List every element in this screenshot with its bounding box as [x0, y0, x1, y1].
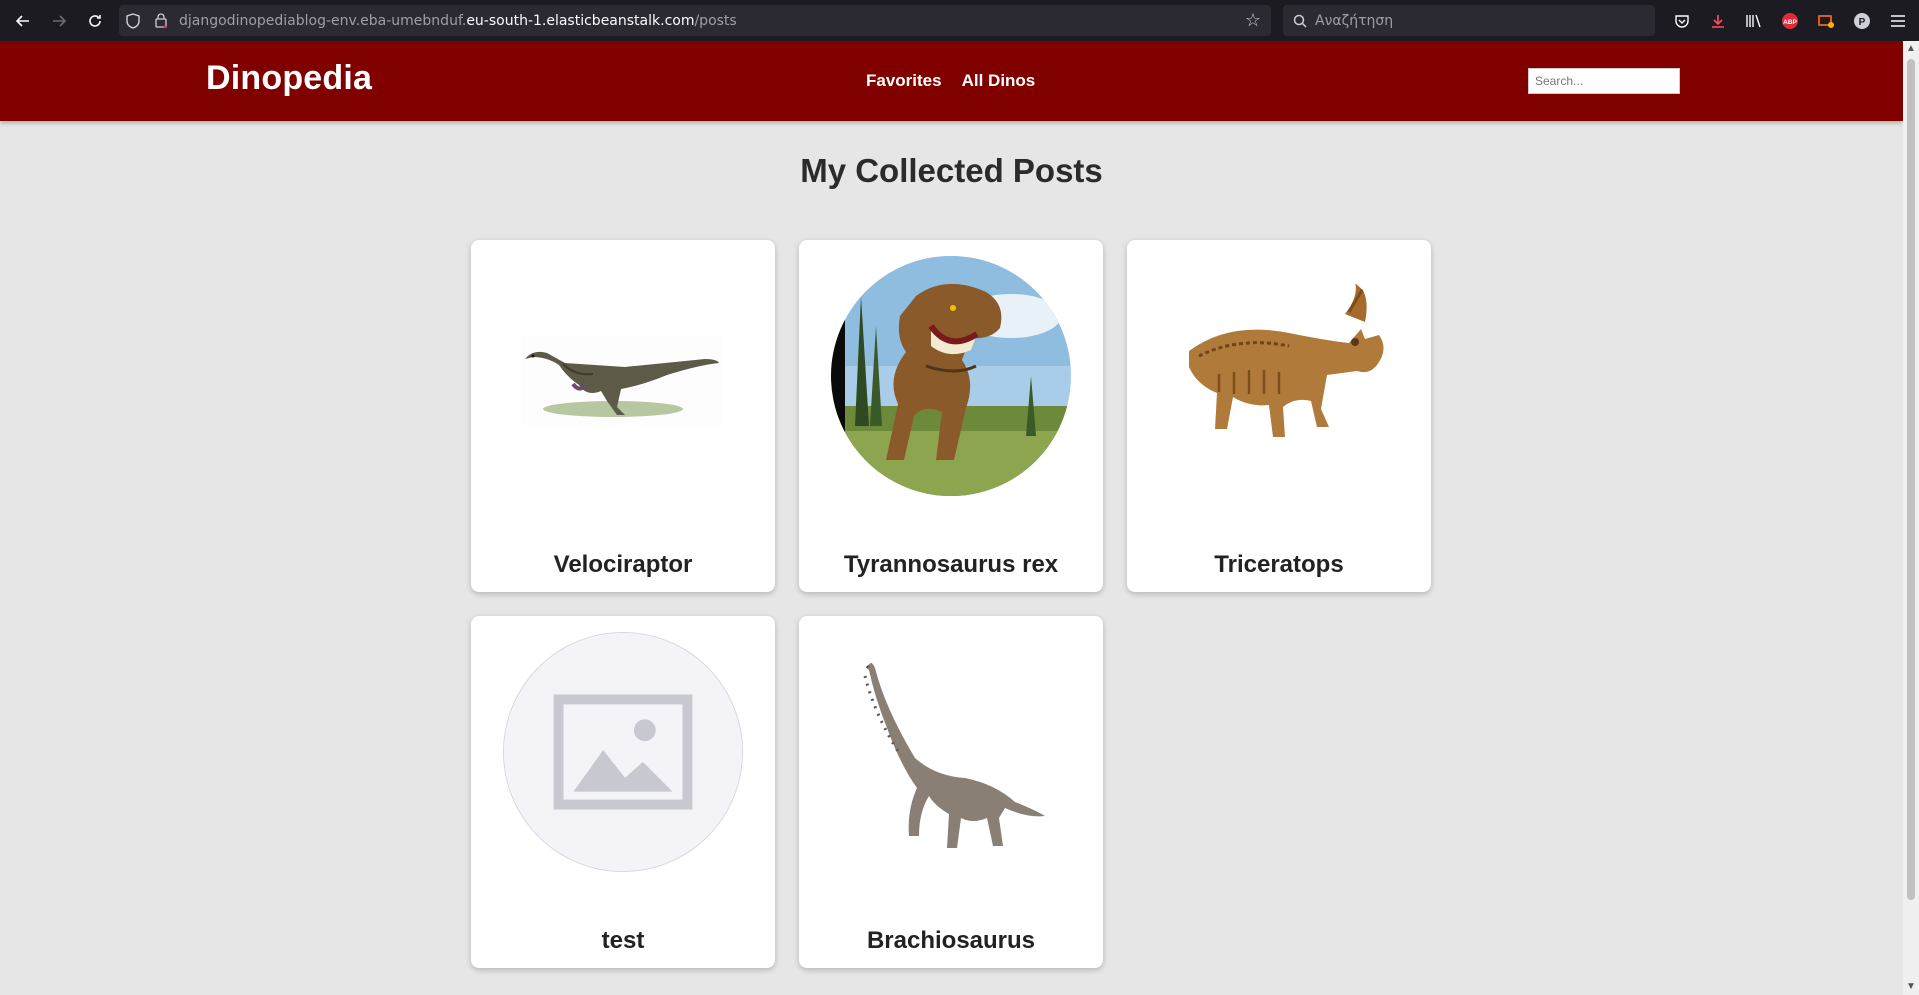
url-host: eu-south-1.elasticbeanstalk.com	[466, 12, 695, 29]
scroll-down-icon[interactable]: ▼	[1903, 981, 1919, 992]
extension-icon	[1818, 14, 1834, 28]
site-brand[interactable]: Dinopedia	[206, 59, 372, 98]
nav-favorites[interactable]: Favorites	[866, 71, 942, 91]
post-card[interactable]: Velociraptor	[471, 240, 775, 592]
adblock-button[interactable]: ABP	[1772, 0, 1808, 41]
pocket-icon	[1675, 14, 1689, 28]
address-bar[interactable]: djangodinopediablog-env.eba-umebnduf.eu-…	[119, 5, 1271, 36]
post-image[interactable]	[1159, 256, 1399, 496]
scrollbar-thumb[interactable]	[1907, 59, 1915, 900]
pocket-button[interactable]	[1664, 0, 1700, 41]
scroll-up-icon[interactable]: ▲	[1903, 43, 1919, 54]
post-title[interactable]: Tyrannosaurus rex	[799, 551, 1103, 579]
trex-illustration	[831, 256, 1071, 496]
url-text[interactable]: djangodinopediablog-env.eba-umebnduf.eu-…	[179, 13, 737, 29]
profile-avatar-icon: P	[1854, 12, 1870, 29]
lock-icon[interactable]	[147, 13, 175, 28]
bookmark-star-icon[interactable]: ☆	[1245, 10, 1261, 31]
menu-button[interactable]	[1880, 0, 1916, 41]
download-icon	[1712, 14, 1724, 28]
post-image[interactable]	[831, 256, 1071, 496]
adblock-label: ABP	[1783, 19, 1797, 26]
profile-initial: P	[1859, 17, 1866, 28]
profile-button[interactable]: P	[1844, 0, 1880, 41]
post-card[interactable]: test	[471, 616, 775, 968]
page-scrollbar[interactable]: ▲ ▼	[1903, 41, 1919, 995]
reload-icon	[89, 14, 101, 27]
arrow-left-icon	[15, 14, 29, 27]
page-title: My Collected Posts	[800, 152, 1103, 189]
post-image[interactable]	[503, 632, 743, 872]
site-search-input[interactable]	[1528, 68, 1680, 94]
main-nav: Favorites All Dinos	[866, 71, 1035, 91]
url-prefix: djangodinopediablog-env.eba-umebnduf.	[179, 12, 467, 29]
velociraptor-illustration	[523, 336, 723, 426]
adblock-icon: ABP	[1782, 12, 1798, 29]
post-card[interactable]: Triceratops	[1127, 240, 1431, 592]
library-icon	[1746, 14, 1761, 27]
downloads-button[interactable]	[1700, 0, 1736, 41]
back-button[interactable]	[5, 0, 41, 41]
post-image[interactable]	[831, 632, 1071, 872]
url-path: /posts	[694, 12, 737, 29]
browser-search-placeholder: Αναζήτηση	[1315, 12, 1394, 29]
post-title[interactable]: Velociraptor	[471, 551, 775, 579]
nav-all-dinos[interactable]: All Dinos	[962, 71, 1036, 91]
post-title[interactable]: Triceratops	[1127, 551, 1431, 579]
post-title[interactable]: test	[471, 927, 775, 955]
forward-button[interactable]	[41, 0, 77, 41]
site-header: Dinopedia Favorites All Dinos	[0, 41, 1903, 121]
image-placeholder-icon	[504, 633, 742, 871]
post-card[interactable]: Tyrannosaurus rex	[799, 240, 1103, 592]
extension-button[interactable]	[1808, 0, 1844, 41]
search-icon	[1293, 14, 1307, 28]
triceratops-skeleton	[1159, 256, 1399, 496]
hamburger-menu-icon	[1891, 14, 1905, 27]
browser-toolbar: djangodinopediablog-env.eba-umebnduf.eu-…	[0, 0, 1919, 41]
reload-button[interactable]	[77, 0, 113, 41]
shield-icon[interactable]	[119, 12, 147, 29]
post-title[interactable]: Brachiosaurus	[799, 927, 1103, 955]
brachiosaurus-illustration	[831, 632, 1071, 872]
arrow-right-icon	[53, 14, 67, 27]
library-button[interactable]	[1736, 0, 1772, 41]
post-image[interactable]	[503, 256, 743, 496]
post-card[interactable]: Brachiosaurus	[799, 616, 1103, 968]
browser-search-bar[interactable]: Αναζήτηση	[1283, 5, 1655, 36]
